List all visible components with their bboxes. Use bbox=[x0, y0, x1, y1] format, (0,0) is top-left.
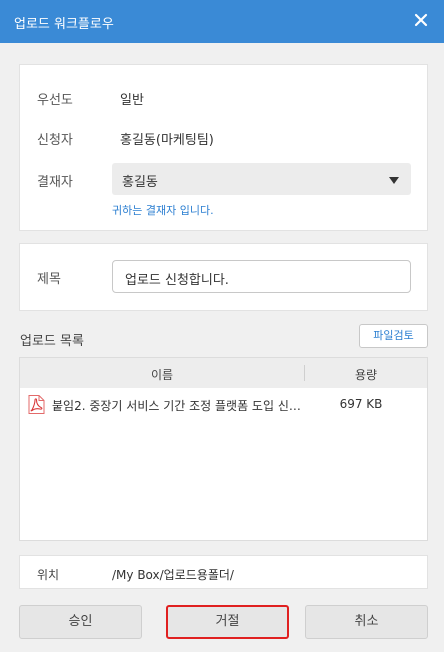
file-name: 붙임2. 중장기 서비스 기간 조정 플랫폼 도입 신청서.pdf bbox=[52, 399, 302, 413]
requester-value: 홍길동(마케팅팀) bbox=[120, 133, 214, 148]
approver-select-value: 홍길동 bbox=[122, 175, 158, 190]
subject-label: 제목 bbox=[37, 272, 61, 287]
location-bar: 위치 /My Box/업로드용폴더/ bbox=[19, 555, 428, 589]
upload-list-title: 업로드 목록 bbox=[20, 334, 84, 349]
approver-hint: 귀하는 결재자 입니다. bbox=[112, 204, 214, 217]
dialog-titlebar: 업로드 워크플로우 bbox=[0, 0, 444, 43]
subject-panel: 제목 업로드 신청합니다. bbox=[19, 243, 428, 311]
dialog-title: 업로드 워크플로우 bbox=[14, 17, 114, 32]
pdf-icon bbox=[28, 395, 45, 418]
column-header-name[interactable]: 이름 bbox=[20, 366, 304, 383]
subject-input-value: 업로드 신청합니다. bbox=[125, 273, 229, 288]
reject-button[interactable]: 거절 bbox=[166, 605, 289, 639]
approver-label: 결재자 bbox=[37, 175, 73, 190]
subject-input[interactable]: 업로드 신청합니다. bbox=[112, 260, 411, 293]
file-size: 697 KB bbox=[339, 397, 383, 411]
priority-value: 일반 bbox=[120, 93, 144, 108]
cancel-button[interactable]: 취소 bbox=[305, 605, 428, 639]
requester-label: 신청자 bbox=[37, 133, 73, 148]
close-icon[interactable] bbox=[412, 11, 430, 29]
info-panel: 우선도 일반 신청자 홍길동(마케팅팀) 결재자 홍길동 귀하는 결재자 입니다… bbox=[19, 64, 428, 231]
file-check-button[interactable]: 파일검토 bbox=[359, 324, 428, 348]
upload-file-table: 이름 용량 붙임2. 중장기 서비스 기간 조정 플랫폼 도입 신청서.pdf … bbox=[19, 357, 428, 541]
approve-button[interactable]: 승인 bbox=[19, 605, 142, 639]
approver-select[interactable]: 홍길동 bbox=[112, 163, 411, 195]
location-value: /My Box/업로드용폴더/ bbox=[112, 568, 234, 582]
table-row[interactable]: 붙임2. 중장기 서비스 기간 조정 플랫폼 도입 신청서.pdf 697 KB bbox=[20, 388, 427, 420]
caret-down-icon bbox=[389, 174, 399, 189]
location-label: 위치 bbox=[37, 568, 60, 582]
priority-label: 우선도 bbox=[37, 93, 73, 108]
table-header: 이름 용량 bbox=[20, 358, 427, 388]
column-header-size[interactable]: 용량 bbox=[305, 366, 427, 383]
